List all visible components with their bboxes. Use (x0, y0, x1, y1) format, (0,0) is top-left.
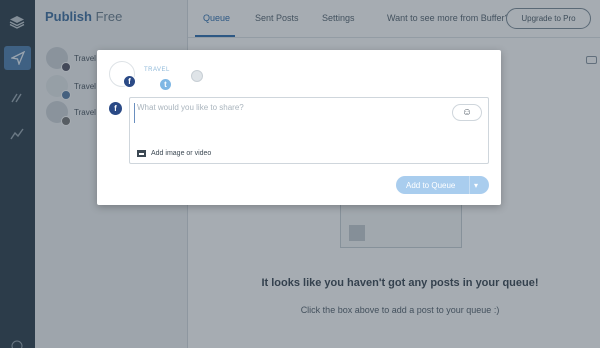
facebook-icon: f (109, 102, 122, 115)
smiley-icon: ☺ (461, 107, 473, 118)
chevron-down-icon[interactable]: ▾ (474, 181, 478, 190)
composer-editor: ☺ Add image or video (129, 97, 489, 164)
share-input[interactable] (134, 103, 434, 123)
image-icon (137, 150, 146, 157)
add-to-queue-button[interactable]: Add to Queue ▾ (396, 176, 489, 194)
twitter-icon: t (159, 78, 172, 91)
emoji-button[interactable]: ☺ (452, 104, 482, 121)
add-to-queue-label: Add to Queue (406, 180, 456, 190)
travel-logo: TRAVEL (144, 67, 170, 73)
composer-modal: f TRAVEL t f ☺ Add image or video Add to… (97, 50, 501, 205)
facebook-icon: f (123, 75, 136, 88)
profile-selector-google[interactable] (191, 70, 203, 82)
add-media-button[interactable]: Add image or video (137, 150, 211, 157)
profile-selector-twitter[interactable]: TRAVEL t (144, 63, 172, 91)
profile-selector-facebook[interactable]: f (109, 61, 136, 88)
add-media-label: Add image or video (151, 150, 212, 157)
button-divider (469, 176, 470, 194)
